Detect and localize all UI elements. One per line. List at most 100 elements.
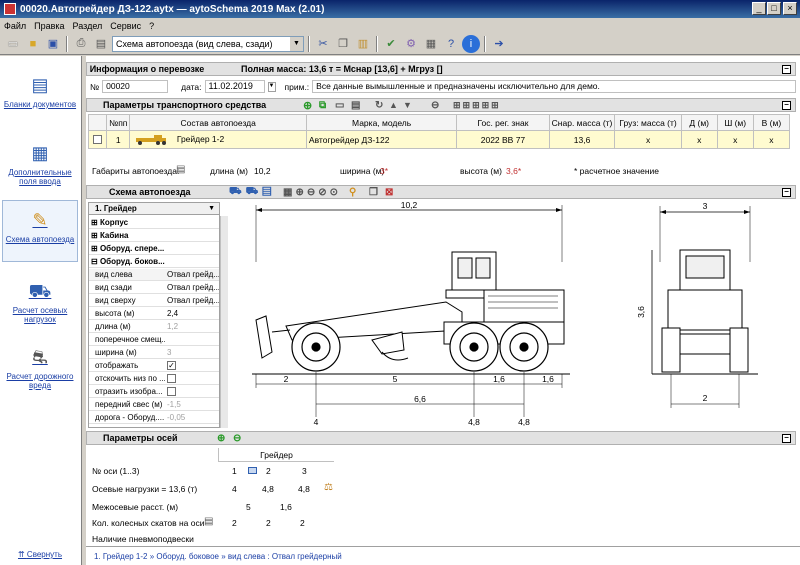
- info-icon[interactable]: i: [462, 34, 480, 53]
- property-value[interactable]: Отвал грейд...: [167, 270, 219, 279]
- num-field[interactable]: 00020: [102, 80, 169, 93]
- property-checkbox[interactable]: [167, 374, 176, 383]
- zoom-tools-icons[interactable]: ▦⊕⊖⊘⊙: [283, 187, 341, 198]
- property-value[interactable]: 3: [167, 348, 219, 357]
- move-up-icon[interactable]: ▲: [389, 100, 398, 110]
- calculator-icon[interactable]: ▦: [422, 35, 440, 53]
- copy-icon[interactable]: ❐: [334, 35, 352, 53]
- tree-group-side[interactable]: ⊟ Оборуд. боков...: [89, 256, 219, 268]
- table-row[interactable]: 1 Грейдер 1-2 Автогрейдер ДЗ-122 2022 BB…: [87, 130, 791, 149]
- remove-icon[interactable]: ⊖: [431, 100, 439, 111]
- tree-group-front[interactable]: ⊞ Оборуд. спере...: [89, 243, 219, 255]
- property-row[interactable]: ширина (м) 3: [89, 347, 219, 359]
- collapse-icon[interactable]: −: [782, 65, 791, 74]
- collapse-icon[interactable]: −: [782, 101, 791, 110]
- new-document-icon[interactable]: ▭: [4, 35, 22, 53]
- property-value[interactable]: [167, 387, 219, 396]
- row-checkbox[interactable]: [93, 135, 103, 144]
- row-checkbox-cell[interactable]: [87, 130, 108, 149]
- property-value[interactable]: ✓: [167, 361, 219, 370]
- property-row[interactable]: поперечное смещ...: [89, 334, 219, 346]
- property-value[interactable]: 2,4: [167, 309, 219, 318]
- document-check-icon[interactable]: ✔: [382, 35, 400, 53]
- tree-group-body[interactable]: ⊞ Корпус: [89, 217, 219, 229]
- layout-icons[interactable]: ⊞⊞⊞⊞⊞: [453, 100, 501, 111]
- property-checkbox[interactable]: [167, 387, 176, 396]
- property-value[interactable]: 1,2: [167, 322, 219, 331]
- save-icon[interactable]: ▣: [44, 35, 62, 53]
- settings-icon[interactable]: ⚙: [402, 35, 420, 53]
- edit-icon[interactable]: ▭: [335, 100, 344, 111]
- close-image-icon[interactable]: ⊠: [385, 187, 393, 198]
- view-mode-icons[interactable]: ⛟⛟▤: [229, 186, 275, 199]
- property-row[interactable]: длина (м) 1,2: [89, 321, 219, 333]
- property-row[interactable]: дорога - Оборуд.... -0,05: [89, 412, 219, 424]
- note-field[interactable]: Все данные вымышленные и предназначены и…: [312, 80, 796, 93]
- property-row[interactable]: высота (м) 2,4: [89, 308, 219, 320]
- expand-icon[interactable]: ⊞: [91, 231, 98, 240]
- sidebar-item-documents[interactable]: ▤ Бланки документов: [2, 72, 78, 110]
- open-folder-icon[interactable]: ■: [24, 35, 42, 53]
- menu-edit[interactable]: Правка: [34, 21, 64, 31]
- property-value[interactable]: -1,5: [167, 400, 219, 409]
- sidebar-item-scheme[interactable]: ✎ Схема автопоезда: [2, 200, 78, 262]
- property-row[interactable]: отразить изобра...: [89, 386, 219, 398]
- axle-link-icon[interactable]: [248, 467, 257, 474]
- tree-root[interactable]: 1. Грейдер ▼: [89, 203, 219, 215]
- property-row[interactable]: вид сверху Отвал грейд...: [89, 295, 219, 307]
- property-key: дорога - Оборуд....: [95, 413, 165, 422]
- chevron-down-icon[interactable]: ▼: [267, 81, 276, 92]
- collapse-icon[interactable]: −: [782, 434, 791, 443]
- menu-help[interactable]: ?: [149, 21, 154, 31]
- close-button[interactable]: ×: [783, 2, 797, 15]
- document-icon[interactable]: ▤: [204, 516, 213, 527]
- property-row[interactable]: передний свес (м) -1,5: [89, 399, 219, 411]
- menu-section[interactable]: Раздел: [73, 21, 103, 31]
- tree-group-cabin[interactable]: ⊞ Кабина: [89, 230, 219, 242]
- view-select[interactable]: Схема автопоезда (вид слева, сзади) ▼: [112, 35, 304, 52]
- maximize-button[interactable]: □: [767, 2, 781, 15]
- tree-scrollbar[interactable]: [220, 216, 228, 428]
- cut-icon[interactable]: ✂: [314, 35, 332, 53]
- print-icon[interactable]: ⎙: [72, 35, 90, 53]
- add-axle-icon[interactable]: ⊕: [217, 433, 225, 444]
- sidebar-item-road-damage[interactable]: ⛐ Расчет дорожного вреда: [2, 344, 78, 391]
- add-copy-icon[interactable]: ⧉: [319, 100, 326, 111]
- breadcrumb[interactable]: 1. Грейдер 1-2 » Оборуд. боковое » вид с…: [94, 552, 342, 561]
- property-value[interactable]: Отвал грейд...: [167, 296, 219, 305]
- add-icon[interactable]: ⊕: [303, 99, 312, 112]
- chevron-down-icon[interactable]: ▼: [208, 205, 215, 212]
- date-field[interactable]: 11.02.2019: [204, 80, 265, 93]
- exit-arrow-icon[interactable]: ➔: [490, 35, 508, 53]
- property-row[interactable]: вид сзади Отвал грейд...: [89, 282, 219, 294]
- property-value[interactable]: [167, 374, 219, 383]
- chevron-down-icon[interactable]: ▼: [290, 36, 303, 51]
- property-checkbox[interactable]: ✓: [167, 361, 176, 370]
- property-row[interactable]: отображать ✓: [89, 360, 219, 372]
- remove-axle-icon[interactable]: ⊖: [233, 433, 241, 444]
- expand-icon[interactable]: ⊞: [91, 244, 98, 253]
- property-row[interactable]: вид слева Отвал грейд...: [89, 269, 219, 281]
- rotate-icon[interactable]: ↻: [375, 100, 383, 111]
- paste-icon[interactable]: ▥: [354, 35, 372, 53]
- collapse-icon[interactable]: −: [782, 188, 791, 197]
- axle-icon[interactable]: ⚲: [349, 187, 356, 198]
- document-icon[interactable]: ▤: [176, 164, 185, 175]
- move-down-icon[interactable]: ▼: [403, 100, 412, 110]
- property-value[interactable]: -0,05: [167, 413, 219, 422]
- menu-file[interactable]: Файл: [4, 21, 26, 31]
- property-value[interactable]: Отвал грейд...: [167, 283, 219, 292]
- sidebar-collapse-link[interactable]: ⇈ Свернуть: [2, 550, 78, 559]
- minimize-button[interactable]: _: [752, 2, 766, 15]
- help-icon[interactable]: ?: [442, 35, 460, 53]
- expand-icon[interactable]: ⊞: [91, 218, 98, 227]
- list-icon[interactable]: ▤: [351, 100, 360, 111]
- sidebar-item-axle-loads[interactable]: ⛟ Расчет осевых нагрузок: [2, 278, 78, 325]
- scale-icon[interactable]: ⚖: [324, 482, 333, 493]
- collapse-icon[interactable]: ⊟: [91, 257, 98, 266]
- preview-icon[interactable]: ▤: [92, 35, 110, 53]
- copy-image-icon[interactable]: ❐: [369, 187, 378, 198]
- menu-service[interactable]: Сервис: [110, 21, 141, 31]
- sidebar-item-extra-fields[interactable]: ▦ Дополнительные поля ввода: [2, 140, 78, 187]
- property-row[interactable]: отскочить низ по ...: [89, 373, 219, 385]
